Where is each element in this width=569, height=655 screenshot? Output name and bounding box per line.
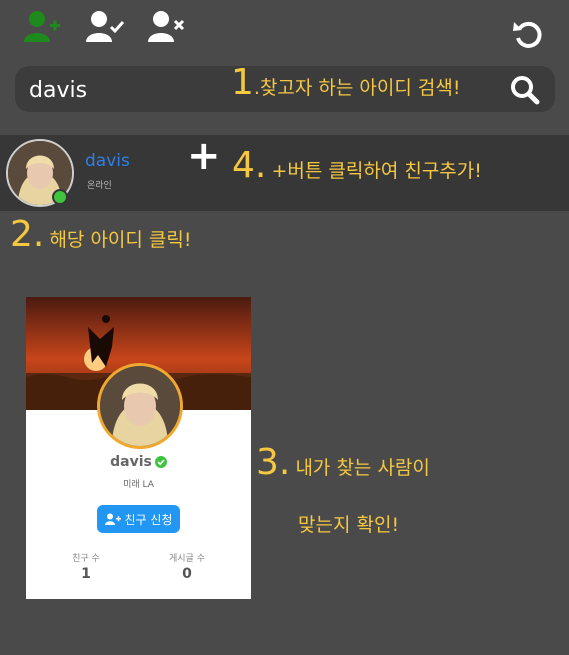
profile-location: 미래 LA [123,480,154,490]
profile-avatar [97,363,183,449]
user-x-icon [148,11,185,42]
step1-annotation: 1.찾고자 하는 아이디 검색! [231,62,461,103]
accepted-friends-button[interactable] [84,8,125,44]
search-result-row[interactable]: davis 온라인 + 4. +버튼 클릭하여 친구추가! [0,133,569,211]
online-status-dot [52,189,68,205]
search-button[interactable] [509,74,541,106]
user-plus-icon [24,11,60,42]
result-status: 온라인 [87,181,112,191]
step4-annotation: 4. +버튼 클릭하여 친구추가! [232,145,482,186]
profile-card: davis 미래 LA 친구 신청 친구 수 1 게시글 수 0 [26,297,251,599]
add-friend-plus-button[interactable]: + [187,133,221,179]
refresh-button[interactable] [510,16,550,52]
verified-badge-icon [154,456,167,468]
step3-annotation-line2: 맞는지 확인! [298,514,400,536]
user-check-icon [86,11,125,42]
profile-username: davis [110,454,152,470]
friends-count-value: 1 [81,566,91,582]
step3-annotation: 3. 내가 찾는 사람이 [256,442,430,483]
refresh-icon [513,21,542,48]
posts-count-value: 0 [182,566,192,582]
posts-count-label: 게시글 수 [169,554,205,564]
friends-count-label: 친구 수 [72,554,100,564]
blocked-users-button[interactable] [146,8,186,44]
result-username[interactable]: davis [85,151,130,171]
profile-name-row: davis [26,454,251,470]
friend-request-button[interactable]: 친구 신청 [97,505,180,533]
user-plus-icon [104,513,121,525]
step2-annotation: 2. 해당 아이디 클릭! [10,214,192,255]
add-friend-button[interactable] [22,8,62,44]
search-bar: 1.찾고자 하는 아이디 검색! [15,62,555,112]
search-input[interactable] [27,74,251,106]
search-icon [511,76,540,105]
